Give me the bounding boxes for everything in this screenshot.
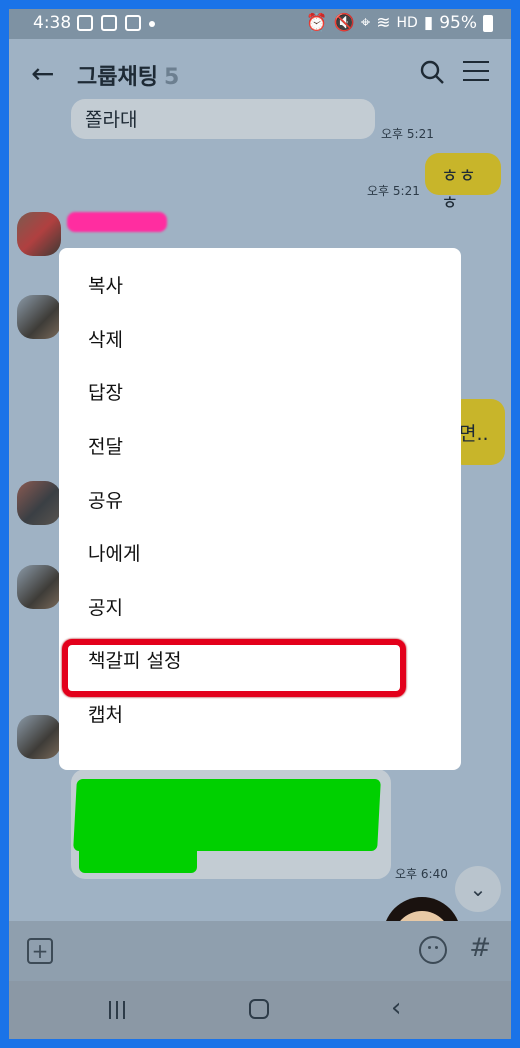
battery-icon: [483, 14, 493, 32]
menu-item-delete[interactable]: 삭제: [59, 312, 461, 366]
battery-percent: 95%: [439, 13, 477, 33]
my-message-bubble[interactable]: ㅎㅎㅎ: [425, 153, 501, 214]
menu-item-label: 복사: [88, 275, 123, 298]
menu-item-label: 캡처: [88, 704, 123, 727]
home-icon[interactable]: [249, 999, 269, 1019]
signal-icon: ▮: [423, 13, 434, 33]
menu-item-notice[interactable]: 공지: [59, 580, 461, 634]
menu-item-label: 답장: [88, 382, 123, 405]
message-time: 오후 5:21: [367, 184, 420, 198]
app-icon: [125, 15, 141, 31]
chevron-down-icon: ⌄: [469, 877, 487, 901]
menu-item-label: 공유: [88, 489, 123, 512]
message-context-menu: 복사 삭제 답장 전달 공유 나에게 공지 책갈피 설정 캡처: [59, 248, 461, 770]
hd-voice-icon: HD: [396, 15, 418, 31]
menu-item-reply[interactable]: 답장: [59, 365, 461, 419]
message-time: 오후 6:40: [395, 867, 448, 881]
avatar[interactable]: [17, 212, 61, 256]
chat-title-text: 그룹채팅: [77, 65, 158, 90]
attach-plus-icon[interactable]: +: [27, 938, 53, 964]
notification-icons: [77, 15, 155, 31]
menu-item-label: 나에게: [88, 543, 141, 566]
back-arrow-icon[interactable]: ←: [31, 57, 54, 90]
avatar[interactable]: [17, 565, 61, 609]
menu-item-label: 삭제: [88, 328, 123, 351]
redacted-message-content: [73, 779, 381, 851]
avatar[interactable]: [17, 715, 61, 759]
menu-item-bookmark[interactable]: 책갈피 설정: [59, 633, 461, 698]
status-time: 4:38: [33, 13, 72, 33]
menu-item-share[interactable]: 공유: [59, 472, 461, 526]
system-nav-bar: ‹: [9, 981, 511, 1039]
menu-item-copy[interactable]: 복사: [59, 258, 461, 312]
message-text: ㅎㅎㅎ: [441, 165, 476, 214]
message-text: 면..: [459, 423, 489, 445]
talk-icon: [101, 15, 117, 31]
menu-item-forward[interactable]: 전달: [59, 419, 461, 473]
nav-back-icon[interactable]: ‹: [391, 993, 401, 1023]
menu-item-to-me[interactable]: 나에게: [59, 526, 461, 580]
hamburger-menu-icon[interactable]: [463, 61, 489, 83]
gallery-icon: [77, 15, 93, 31]
alarm-icon: ⏰: [306, 13, 328, 33]
message-bubble[interactable]: 쫄라대: [71, 99, 375, 139]
avatar[interactable]: [17, 295, 61, 339]
redacted-message-content: [79, 845, 197, 873]
avatar[interactable]: [17, 481, 61, 525]
chat-header: ← 그룹채팅 5: [9, 39, 511, 105]
member-count: 5: [163, 65, 180, 90]
wifi-icon: ≋: [376, 13, 391, 33]
search-icon[interactable]: [419, 59, 445, 85]
chat-title: 그룹채팅 5: [77, 59, 179, 91]
message-time: 오후 5:21: [381, 127, 434, 141]
more-notifications-icon: [149, 21, 155, 27]
menu-item-label: 전달: [88, 436, 123, 459]
menu-item-label: 공지: [88, 596, 123, 619]
status-bar: 4:38 ⏰ 🔇 ⌖ ≋ HD ▮ 95%: [9, 9, 511, 39]
message-input-bar: + #: [9, 921, 511, 981]
redacted-sender-name: [67, 212, 167, 232]
message-text: 쫄라대: [85, 109, 138, 131]
emoji-icon[interactable]: [419, 936, 447, 964]
screen-frame: 4:38 ⏰ 🔇 ⌖ ≋ HD ▮ 95% ← 그룹채팅 5 쫄라대 오후 5:…: [9, 9, 511, 1039]
mute-icon: 🔇: [333, 13, 355, 33]
menu-item-capture[interactable]: 캡처: [59, 687, 461, 741]
hashtag-search-button[interactable]: #: [469, 933, 491, 963]
recents-icon[interactable]: [109, 1001, 125, 1019]
location-icon: ⌖: [360, 13, 371, 33]
status-right: ⏰ 🔇 ⌖ ≋ HD ▮ 95%: [306, 13, 493, 33]
scroll-to-bottom-button[interactable]: ⌄: [455, 866, 501, 912]
